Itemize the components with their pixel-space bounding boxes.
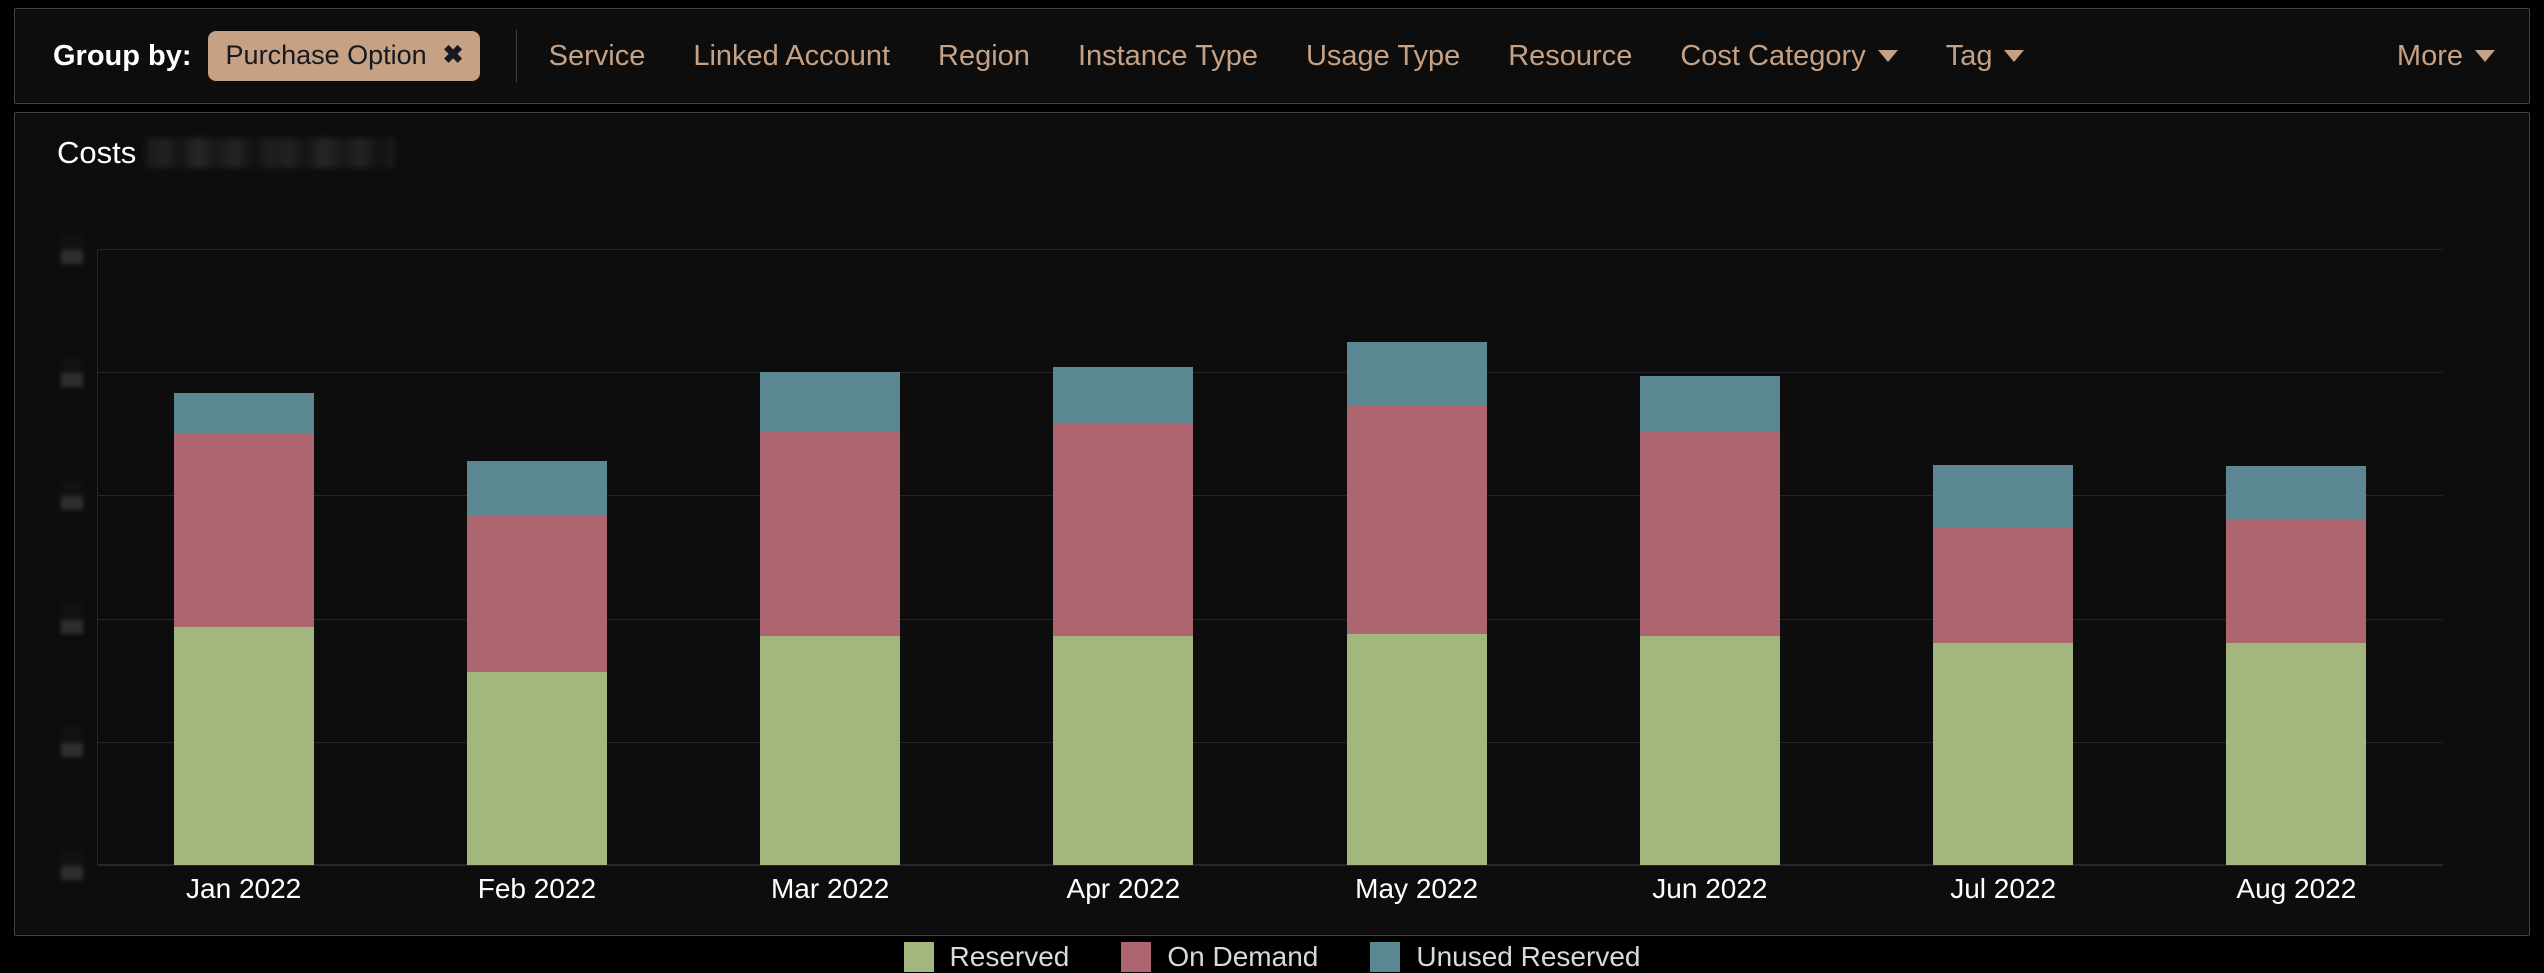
- costs-value-redacted: [146, 138, 394, 168]
- group-by-option-label: Region: [938, 40, 1030, 73]
- x-axis-tick-labels: Jan 2022 Feb 2022 Mar 2022 Apr 2022 May 2022…: [97, 873, 2443, 919]
- group-by-label: Group by:: [53, 40, 192, 73]
- costs-header: Costs: [57, 135, 394, 171]
- group-by-chip-purchase-option[interactable]: Purchase Option ✖: [208, 31, 480, 81]
- bar-segment-on-demand[interactable]: [2226, 520, 2366, 643]
- bar-jul-2022[interactable]: [1933, 465, 2073, 865]
- bar-series-group: [97, 249, 2443, 865]
- group-by-option-resource[interactable]: Resource: [1508, 40, 1632, 73]
- group-by-option-label: Cost Category: [1680, 40, 1865, 73]
- group-by-toolbar: Group by: Purchase Option ✖ Service Link…: [14, 8, 2530, 104]
- x-axis-label: Apr 2022: [1067, 873, 1181, 905]
- legend-label: On Demand: [1167, 941, 1318, 973]
- bar-apr-2022[interactable]: [1053, 367, 1193, 865]
- bar-segment-unused-reserved[interactable]: [1053, 367, 1193, 423]
- y-axis-tick-label-redacted: [61, 480, 83, 510]
- bar-segment-unused-reserved[interactable]: [760, 372, 900, 431]
- x-axis-label: Aug 2022: [2236, 873, 2356, 905]
- x-axis-label: Jul 2022: [1950, 873, 2056, 905]
- bar-segment-unused-reserved[interactable]: [2226, 466, 2366, 521]
- bar-segment-unused-reserved[interactable]: [174, 393, 314, 433]
- bar-segment-on-demand[interactable]: [1347, 406, 1487, 634]
- bar-segment-reserved[interactable]: [174, 627, 314, 865]
- y-axis-tick-label-redacted: [61, 604, 83, 634]
- bar-segment-unused-reserved[interactable]: [1347, 342, 1487, 406]
- bar-segment-on-demand[interactable]: [467, 515, 607, 672]
- y-axis-tick-label-redacted: [61, 850, 83, 880]
- legend-swatch: [1370, 942, 1400, 972]
- group-by-option-label: Linked Account: [693, 40, 890, 73]
- group-by-option-region[interactable]: Region: [938, 40, 1030, 73]
- gridline: [97, 865, 2443, 866]
- legend-label: Reserved: [950, 941, 1070, 973]
- group-by-option-linked-account[interactable]: Linked Account: [693, 40, 890, 73]
- bar-segment-reserved[interactable]: [760, 636, 900, 866]
- bar-segment-on-demand[interactable]: [1933, 527, 2073, 643]
- legend-item-on-demand[interactable]: On Demand: [1121, 941, 1318, 973]
- bar-segment-unused-reserved[interactable]: [1640, 376, 1780, 432]
- y-axis-tick-label-redacted: [61, 357, 83, 387]
- bar-segment-reserved[interactable]: [1347, 634, 1487, 865]
- group-by-more-label: More: [2397, 40, 2463, 73]
- x-axis-label: May 2022: [1355, 873, 1478, 905]
- group-by-option-service[interactable]: Service: [549, 40, 646, 73]
- bar-segment-unused-reserved[interactable]: [1933, 465, 2073, 528]
- group-by-more-button[interactable]: More: [2397, 40, 2495, 73]
- y-axis-tick-label-redacted: [61, 234, 83, 264]
- y-axis-tick-label-redacted: [61, 727, 83, 757]
- bar-aug-2022[interactable]: [2226, 466, 2366, 865]
- chevron-down-icon: [2004, 50, 2024, 62]
- chevron-down-icon: [1878, 50, 1898, 62]
- bar-feb-2022[interactable]: [467, 461, 607, 865]
- x-axis-label: Feb 2022: [478, 873, 596, 905]
- bar-segment-unused-reserved[interactable]: [467, 461, 607, 516]
- group-by-option-instance-type[interactable]: Instance Type: [1078, 40, 1258, 73]
- bar-segment-reserved[interactable]: [2226, 643, 2366, 865]
- toolbar-divider: [516, 30, 517, 82]
- chart-plot-area: [97, 249, 2443, 865]
- group-by-option-label: Instance Type: [1078, 40, 1258, 73]
- x-axis-label: Jan 2022: [186, 873, 301, 905]
- group-by-toolbar-content: Group by: Purchase Option ✖ Service Link…: [15, 30, 2529, 82]
- group-by-option-usage-type[interactable]: Usage Type: [1306, 40, 1460, 73]
- cost-explorer-page: Group by: Purchase Option ✖ Service Link…: [0, 0, 2544, 948]
- close-icon[interactable]: ✖: [443, 43, 464, 68]
- legend-item-reserved[interactable]: Reserved: [904, 941, 1070, 973]
- bar-segment-reserved[interactable]: [467, 672, 607, 865]
- costs-chart-card: Costs Jan 2022 Feb 2022 Mar 2022 Apr 2022 Ma…: [14, 112, 2530, 936]
- group-by-option-label: Tag: [1946, 40, 1993, 73]
- legend-item-unused-reserved[interactable]: Unused Reserved: [1370, 941, 1640, 973]
- chart-legend: Reserved On Demand Unused Reserved: [15, 941, 2529, 973]
- legend-swatch: [904, 942, 934, 972]
- x-axis-label: Jun 2022: [1652, 873, 1767, 905]
- bar-mar-2022[interactable]: [760, 372, 900, 865]
- bar-segment-on-demand[interactable]: [1053, 423, 1193, 637]
- bar-segment-reserved[interactable]: [1640, 636, 1780, 865]
- group-by-option-tag[interactable]: Tag: [1946, 40, 2025, 73]
- group-by-option-label: Service: [549, 40, 646, 73]
- chevron-down-icon: [2475, 50, 2495, 62]
- bar-may-2022[interactable]: [1347, 342, 1487, 865]
- costs-label: Costs: [57, 135, 136, 171]
- legend-swatch: [1121, 942, 1151, 972]
- bar-segment-reserved[interactable]: [1053, 636, 1193, 865]
- group-by-option-label: Usage Type: [1306, 40, 1460, 73]
- bar-segment-reserved[interactable]: [1933, 643, 2073, 865]
- bar-jan-2022[interactable]: [174, 393, 314, 865]
- group-by-chip-label: Purchase Option: [226, 40, 427, 71]
- legend-label: Unused Reserved: [1416, 941, 1640, 973]
- group-by-option-label: Resource: [1508, 40, 1632, 73]
- bar-segment-on-demand[interactable]: [760, 431, 900, 636]
- bar-jun-2022[interactable]: [1640, 376, 1780, 865]
- bar-segment-on-demand[interactable]: [1640, 432, 1780, 637]
- group-by-option-cost-category[interactable]: Cost Category: [1680, 40, 1897, 73]
- bar-segment-on-demand[interactable]: [174, 433, 314, 627]
- x-axis-label: Mar 2022: [771, 873, 889, 905]
